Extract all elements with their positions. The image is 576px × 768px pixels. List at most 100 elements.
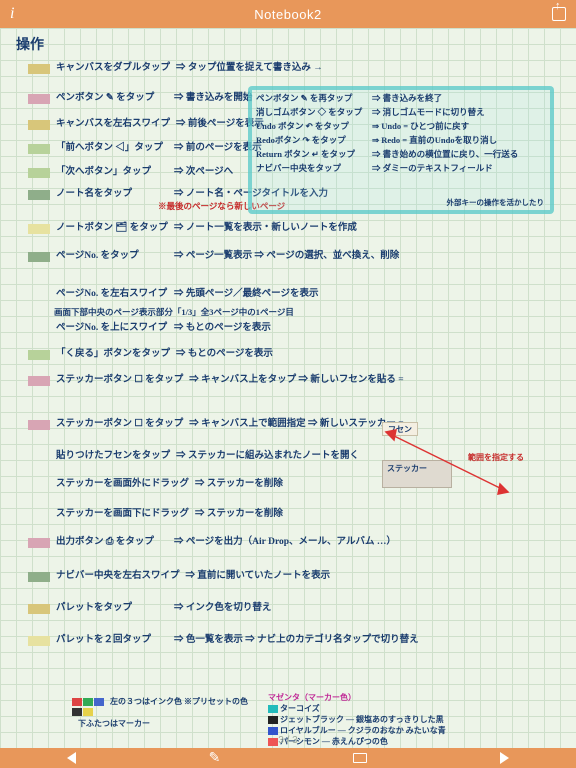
palette-row-1 [72,698,104,706]
cyan-row: ペンボタン ✎ を再タップ ⇒ 書き込みを終了 [256,92,546,104]
note-page-indicator: 画面下部中央のページ表示部分「1/3」全3ページ中の1ページ目 [54,306,294,318]
row-action: ノート名をタップ [56,190,168,200]
cyan-result: ⇒ Undo = ひとつ前に戻す [372,120,469,132]
color-chip [28,604,50,614]
cyan-result: ⇒ Redo = 直前のUndoを取り消し [372,134,497,146]
palette-note-1: 左の３つはインク色 ※プリセットの色 [110,696,248,707]
color-chip [28,190,50,200]
row-result: ⇒ 書き込みを開始 [174,94,252,104]
color-chip [28,224,50,234]
row-action: ペンボタン ✎ をタップ [56,94,168,104]
info-icon: i [10,5,14,23]
instruction-row: キャンバスを左右スワイプ⇒ 前後ページを表示 [28,120,264,130]
color-chip [28,572,50,582]
instruction-row: 「次へボタン」タップ ⇒ 次ページへ [28,168,233,178]
prev-page-button[interactable] [67,752,76,764]
row-action: ページNo. を左右スワイプ [56,290,168,300]
row-result: ⇒ もとのページを表示 [176,350,273,360]
cyan-action: ペンボタン ✎ を再タップ [256,92,366,104]
color-chip [28,420,50,430]
cyan-row: Undo ボタン ↶ をタップ ⇒ Undo = ひとつ前に戻す [256,120,546,132]
instruction-row: キャンバスをダブルタップ ⇒ タップ位置を捉えて書き込み → [28,64,323,74]
cyan-action: ナビバー中央をタップ [256,162,366,174]
instruction-row: パレットを２回タップ ⇒ 色一覧を表示 ⇒ ナビ上のカテゴリ名タップで切り替え [28,636,419,646]
cyan-row: Redoボタン ↷ をタップ ⇒ Redo = 直前のUndoを取り消し [256,134,546,146]
row-result: ⇒ 直前に開いていたノートを表示 [186,572,331,582]
cyan-result: ⇒ 書き始めの横位置に戻り、一行送る [372,148,518,160]
row-result: ⇒ 先頭ページ／最終ページを表示 [174,290,319,300]
cyan-row: Return ボタン ↵ をタップ ⇒ 書き始めの横位置に戻り、一行送る [256,148,546,160]
instruction-row: ページNo. をタップ⇒ ページ一覧表示 ⇒ ページの選択、並べ換え、削除 [28,252,399,262]
toolbar: i Notebook2 [0,0,576,28]
row-result: ⇒ ステッカーを削除 [195,480,283,490]
row-result: ⇒ タップ位置を捉えて書き込み → [176,64,323,74]
row-action: パレットをタップ [56,604,168,614]
bottom-toolbar: ✎ [0,748,576,768]
section-title: 操作 [16,34,44,54]
row-result: ⇒ ページを出力（Air Drop、メール、アルバム …） [174,538,396,548]
row-action: ノートボタン 🗂 をタップ [56,224,168,234]
row-action: 貼りつけたフセンをタップ [56,452,170,462]
info-button[interactable]: i [10,5,40,23]
row-result: ⇒ キャンバス上で範囲指定 ⇒ 新しいステッカー = [189,420,403,430]
pc-c1: ターコイズ [280,704,320,713]
row-result: ⇒ キャンバス上をタップ ⇒ 新しいフセンを貼る = [189,376,403,386]
row-action: 「次へボタン」タップ [56,168,168,178]
row-action: ナビバー中央を左右スワイプ [56,572,180,582]
instruction-row: ステッカーを画面外にドラッグ ⇒ ステッカーを削除 [28,480,283,490]
row-action: ステッカーを画面下にドラッグ [56,510,189,520]
color-chip [28,538,50,548]
instruction-row: パレットをタップ⇒ インク色を切り替え [28,604,271,614]
cyan-row: ナビバー中央をタップ⇒ ダミーのテキストフィールド [256,162,546,174]
row-action: 「く戻る」ボタンをタップ [56,350,170,360]
instruction-row: ページNo. を上にスワイプ⇒ もとのページを表示 [28,324,271,334]
color-chip [28,120,50,130]
row-action: ステッカーボタン ☐ をタップ [56,420,183,430]
row-result: ⇒ ステッカーを削除 [195,510,283,520]
instruction-row: 「く戻る」ボタンをタップ ⇒ もとのページを表示 [28,350,273,360]
palette-row-2 [72,708,93,716]
page-counter[interactable]: 3 / 3 [278,735,297,746]
instruction-row: 貼りつけたフセンをタップ ⇒ ステッカーに組み込まれたノートを開く [28,452,359,462]
cyan-action: Return ボタン ↵ をタップ [256,148,366,160]
row-result: ⇒ ステッカーに組み込まれたノートを開く [176,452,359,462]
row-action: キャンバスをダブルタップ [56,64,170,74]
row-action: ステッカーを画面外にドラッグ [56,480,189,490]
pc-c2: ジェットブラック — 銀塩あのすっきりした黒 [280,715,444,724]
cyan-action: 消しゴムボタン ◇ をタップ [256,106,366,118]
color-chip [28,64,50,74]
next-page-button[interactable] [500,752,509,764]
row-action: ステッカーボタン ☐ をタップ [56,376,183,386]
instruction-row: ステッカーを画面下にドラッグ ⇒ ステッカーを削除 [28,510,283,520]
instruction-row: ナビバー中央を左右スワイプ ⇒ 直前に開いていたノートを表示 [28,572,330,582]
row-result: ⇒ ノート一覧を表示・新しいノートを作成 [174,224,357,234]
palette-note-2: 下ふたつはマーカー [78,718,150,729]
share-button[interactable] [536,7,566,21]
color-chip [28,144,50,154]
color-chip [28,350,50,360]
instruction-row: ページNo. を左右スワイプ ⇒ 先頭ページ／最終ページを表示 [28,290,319,300]
row-result: ⇒ 色一覧を表示 ⇒ ナビ上のカテゴリ名タップで切り替え [174,636,419,646]
row-result: ⇒ ページ一覧表示 ⇒ ページの選択、並べ換え、削除 [174,252,399,262]
color-chip [28,252,50,262]
color-chip [28,168,50,178]
row-action: 出力ボタン ⎙ をタップ [56,538,168,548]
cyan-action: Redoボタン ↷ をタップ [256,134,366,146]
writing-mode-box: ペンボタン ✎ を再タップ ⇒ 書き込みを終了消しゴムボタン ◇ をタップ ⇒ 消し… [248,86,554,214]
color-chip [28,636,50,646]
cyan-action: Undo ボタン ↶ をタップ [256,120,366,132]
canvas[interactable]: 操作 キャンバスをダブルタップ ⇒ タップ位置を捉えて書き込み → ペンボタン ✎ … [0,28,576,748]
cyan-result: ⇒ 消しゴムモードに切り替え [372,106,485,118]
share-icon [552,7,566,21]
note-title[interactable]: Notebook2 [254,7,321,22]
pen-button[interactable]: ✎ [209,749,221,766]
instruction-row: ノートボタン 🗂 をタップ ⇒ ノート一覧を表示・新しいノートを作成 [28,224,357,234]
row-result: ⇒ 次ページへ [174,168,233,178]
row-action: キャンバスを左右スワイプ [56,120,170,130]
cyan-result: ⇒ 書き込みを終了 [372,92,442,104]
instruction-row: 「前へボタン ◁」タップ⇒ 前のページを表示 [28,144,262,154]
color-chip [28,376,50,386]
row-result: ⇒ もとのページを表示 [174,324,271,334]
row-action: パレットを２回タップ [56,636,168,646]
sticker-button[interactable] [353,753,367,763]
